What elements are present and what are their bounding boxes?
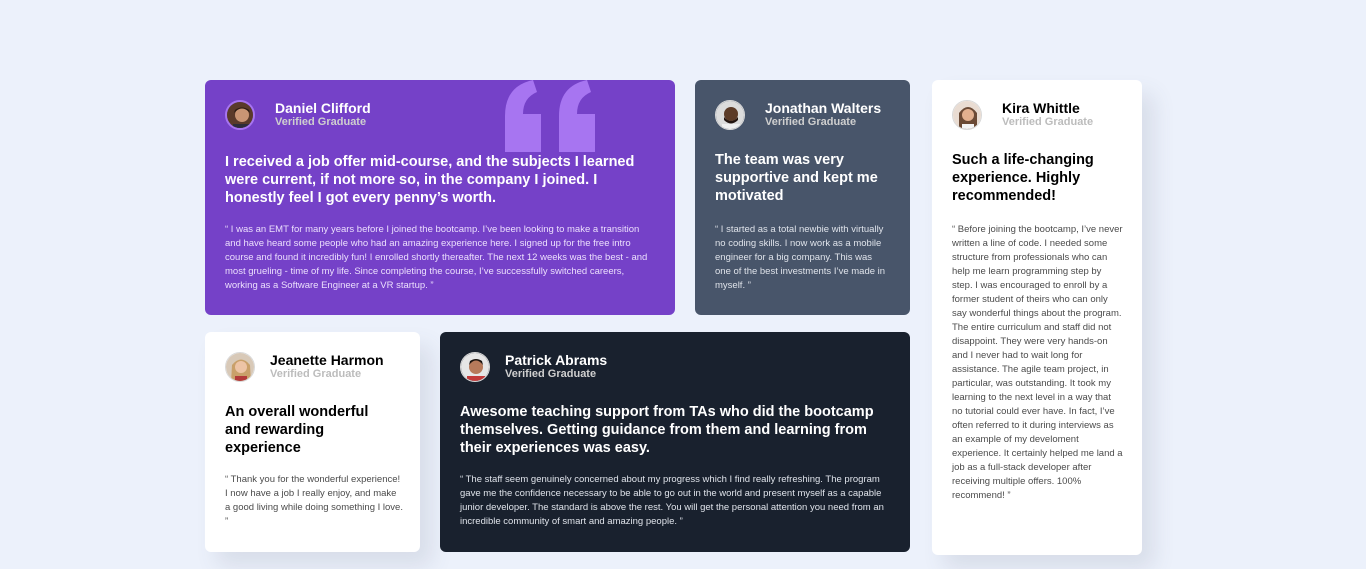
avatar-kira: [952, 100, 982, 130]
testimonial-card-daniel: Daniel Clifford Verified Graduate I rece…: [205, 80, 675, 315]
testimonial-card-jonathan: Jonathan Walters Verified Graduate The t…: [695, 80, 910, 315]
avatar-patrick: [460, 352, 490, 382]
testimonial-card-kira: Kira Whittle Verified Graduate Such a li…: [932, 80, 1142, 555]
author-name: Kira Whittle: [1002, 100, 1080, 116]
testimonial-quote: “ The staff seem genuinely concerned abo…: [460, 474, 884, 527]
card-header: Kira Whittle Verified Graduate: [952, 100, 1122, 130]
card-header: Jonathan Walters Verified Graduate: [715, 100, 890, 130]
author-name: Jonathan Walters: [765, 100, 882, 116]
avatar-jonathan: [715, 100, 745, 130]
avatar-jeanette: [225, 352, 255, 382]
author-status: Verified Graduate: [1002, 116, 1094, 128]
testimonial-quote: “ Before joining the bootcamp, I’ve neve…: [952, 224, 1123, 501]
testimonial-card-jeanette: Jeanette Harmon Verified Graduate An ove…: [205, 332, 420, 552]
testimonial-quote: “ I started as a total newbie with virtu…: [715, 224, 886, 291]
testimonial-quote: “ Thank you for the wonderful experience…: [225, 474, 403, 527]
card-header: Daniel Clifford Verified Graduate: [225, 100, 655, 130]
author-name: Patrick Abrams: [505, 352, 608, 368]
testimonial-card-patrick: Patrick Abrams Verified Graduate Awesome…: [440, 332, 910, 552]
card-header: Jeanette Harmon Verified Graduate: [225, 352, 400, 382]
testimonial-headline: Such a life-changing experience. Highly …: [952, 152, 1094, 204]
author-name: Jeanette Harmon: [270, 352, 384, 368]
testimonial-headline: Awesome teaching support from TAs who di…: [460, 404, 874, 456]
testimonial-headline: The team was very supportive and kept me…: [715, 152, 878, 204]
author-status: Verified Graduate: [505, 368, 597, 380]
testimonial-headline: I received a job offer mid-course, and t…: [225, 154, 635, 206]
author-status: Verified Graduate: [275, 116, 367, 128]
author-name: Daniel Clifford: [275, 100, 371, 116]
card-header: Patrick Abrams Verified Graduate: [460, 352, 890, 382]
author-status: Verified Graduate: [270, 368, 362, 380]
testimonial-quote: “ I was an EMT for many years before I j…: [225, 224, 648, 291]
testimonial-headline: An overall wonderful and rewarding exper…: [225, 404, 369, 456]
author-status: Verified Graduate: [765, 116, 857, 128]
avatar-daniel: [225, 100, 255, 130]
